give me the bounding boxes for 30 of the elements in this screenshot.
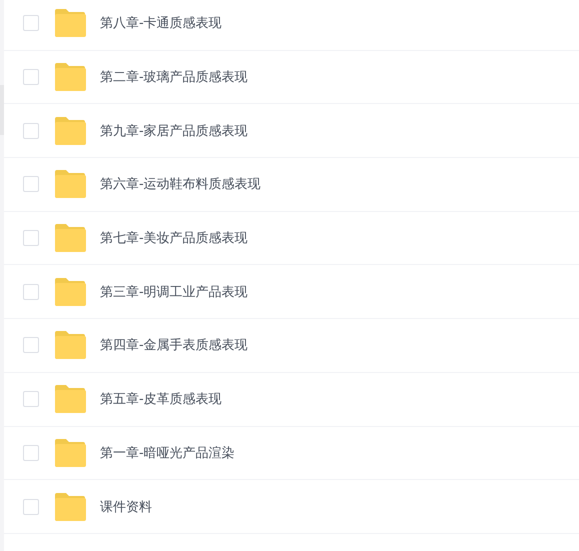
checkbox[interactable] (23, 498, 39, 515)
folder-name[interactable]: 第四章-金属手表质感表现 (100, 336, 248, 354)
folder-name[interactable]: 第二章-玻璃产品质感表现 (100, 68, 248, 86)
checkbox[interactable] (23, 176, 39, 192)
folder-icon (54, 278, 86, 306)
folder-name[interactable]: 第九章-家居产品质感表现 (100, 122, 248, 140)
checkbox[interactable] (23, 284, 39, 300)
folder-icon (54, 63, 86, 92)
folder-icon (54, 492, 86, 521)
folder-icon (54, 224, 86, 252)
folder-name[interactable]: 第三章-明调工业产品表现 (100, 282, 248, 301)
checkbox[interactable] (23, 122, 39, 139)
folder-name[interactable]: 第五章-皮革质感表现 (100, 390, 222, 408)
checkbox[interactable] (23, 444, 39, 461)
folder-name[interactable]: 第一章-暗哑光产品渲染 (100, 444, 235, 462)
folder-icon (54, 331, 86, 360)
checkbox[interactable] (23, 15, 39, 32)
folder-name[interactable]: 第八章-卡通质感表现 (100, 14, 222, 32)
folder-icon (54, 9, 86, 38)
checkbox[interactable] (23, 337, 39, 354)
folder-icon (54, 170, 86, 198)
checkbox[interactable] (23, 230, 39, 246)
checkbox[interactable] (23, 391, 39, 408)
folder-icon (54, 116, 86, 145)
folder-name[interactable]: 第七章-美妆产品质感表现 (100, 229, 248, 248)
folder-icon (54, 385, 86, 414)
checkbox[interactable] (23, 69, 39, 86)
folder-name[interactable]: 课件资料 (100, 498, 152, 516)
folder-icon (54, 438, 86, 467)
folder-name[interactable]: 第六章-运动鞋布料质感表现 (100, 175, 261, 194)
